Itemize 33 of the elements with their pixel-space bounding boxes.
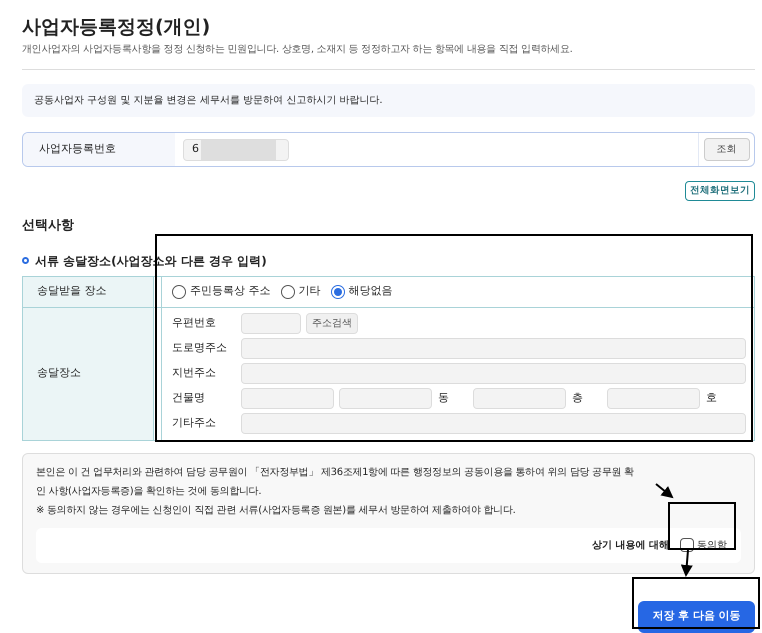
field-label: 송달장소: [37, 365, 81, 382]
address-search-button[interactable]: 주소검색: [306, 313, 358, 334]
agreement-prompt: 상기 내용에 대해: [592, 538, 669, 552]
radio-label: 주민등록상 주소: [190, 283, 270, 300]
save-next-button[interactable]: 저장 후 다음 이동: [638, 600, 755, 632]
field-label: 층: [572, 390, 584, 406]
page-description: 개인사업자의 사업자등록사항을 정정 신청하는 민원입니다. 상호명, 소재지 등 정정하고자 하는 항목에 내용을 직접 입력하세요.: [22, 43, 574, 57]
registration-number-field[interactable]: 6: [183, 138, 289, 160]
radio-button[interactable]: [330, 284, 344, 298]
field-label: 건물명: [172, 390, 206, 406]
radio-button[interactable]: [280, 284, 294, 298]
radio-label: 해당없음: [348, 283, 392, 300]
field-label: 도로명주소: [172, 340, 228, 356]
fullscreen-button[interactable]: 전체화면보기: [685, 181, 755, 201]
field-label: 송달받을 장소: [37, 283, 106, 300]
field-label: 호: [706, 390, 717, 406]
page-title: 사업자등록정정(개인): [22, 15, 212, 40]
annotation-arrow: [655, 483, 674, 498]
annotation-box: [668, 502, 736, 550]
field-label: 지번주소: [172, 365, 217, 382]
notice-box: 공동사업자 구성원 및 지분율 변경은 세무서를 방문하여 신고하시기 바랍니다.: [22, 84, 755, 117]
bullet-icon: [22, 257, 29, 264]
consent-text: 본인은 이 건 업무처리와 관련하여 담당 공무원이 「전자정부법」 제36조제1항에 따른 행정정보의 공동이용을 통하여 위의 담당 공무원 확인 사항(사업자등록증)을 확인하는 것에 동의합니다.: [36, 466, 635, 498]
radio-label: 기타: [298, 283, 320, 300]
section-title: 선택사항: [22, 217, 75, 235]
annotation-arrow: [680, 550, 693, 577]
field-label: 기타주소: [172, 415, 217, 432]
lookup-button[interactable]: 조회: [704, 138, 750, 161]
field-label: 우편번호: [172, 315, 217, 332]
consent-note: ※ 동의하지 않는 경우에는 신청인이 직접 관련 서류(사업자등록증 원본)를 세무서 방문하여 제출하여야 합니다.: [36, 504, 517, 518]
field-label: 사업자등록번호: [39, 141, 116, 158]
radio-button[interactable]: [172, 284, 186, 298]
field-label: 동: [438, 390, 450, 406]
